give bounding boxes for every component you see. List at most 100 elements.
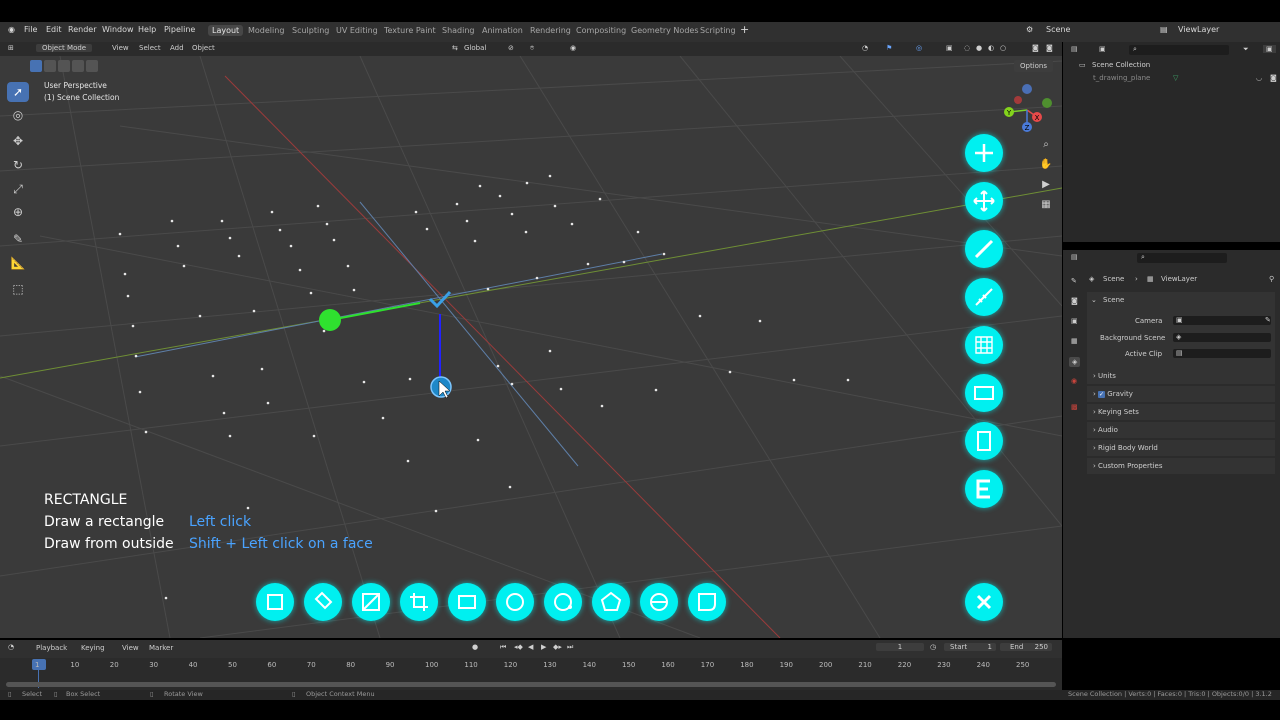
navigation-gizmo[interactable]: Y X Z [1000,83,1056,139]
measure-tool-button[interactable] [965,278,1003,316]
visibility-icon[interactable]: ◔ [862,44,868,52]
rotate-tool-icon[interactable]: ↻ [7,155,29,175]
tool-props-tab-icon[interactable]: ✎ [1071,277,1077,285]
camera-view-icon[interactable]: ▶ [1039,178,1053,192]
output-props-tab-icon[interactable]: ▣ [1071,317,1078,325]
shading-rendered-icon[interactable]: ○ [1000,44,1006,52]
menu-edit[interactable]: Edit [46,25,62,34]
properties-search-input[interactable] [1137,253,1227,263]
menu-window[interactable]: Window [102,25,134,34]
xray-icon[interactable]: ▣ [946,44,953,52]
play-reverse-icon[interactable]: ◀ [528,643,533,651]
offset-rectangle-tool-button[interactable] [400,583,438,621]
rigid-body-section[interactable]: › Rigid Body World [1087,440,1275,456]
scene-selector[interactable]: Scene [1046,25,1070,34]
end-frame-field[interactable]: End 250 [1000,643,1052,651]
custom-props-section[interactable]: › Custom Properties [1087,458,1275,474]
menu-select[interactable]: Select [139,44,161,52]
pin-icon[interactable]: ⚲ [1269,275,1274,283]
zoom-icon[interactable]: ⌕ [1039,138,1053,152]
transform-tool-icon[interactable]: ⊕ [7,202,29,222]
blender-logo-icon[interactable]: ◉ [8,25,15,34]
shading-solid-icon[interactable]: ● [976,44,982,52]
menu-playback[interactable]: Playback [36,644,67,652]
proportional-icon[interactable]: ◉ [570,44,576,52]
active-clip-field[interactable] [1173,349,1271,358]
move-tool-icon[interactable]: ✥ [7,131,29,151]
viewlayer-props-tab-icon[interactable]: ▦ [1071,337,1078,345]
select-tool-icon[interactable]: ➚ [7,82,29,102]
tab-uv-editing[interactable]: UV Editing [332,25,382,36]
texture-props-tab-icon[interactable]: ▩ [1071,403,1078,411]
menu-keying[interactable]: Keying [81,644,105,652]
audio-section[interactable]: › Audio [1087,422,1275,438]
camera-preview-icon[interactable]: ◙ [1046,44,1053,52]
start-frame-field[interactable]: Start 1 [944,643,996,651]
grid-tool-button[interactable] [965,326,1003,364]
diagonal-rectangle-tool-button[interactable] [352,583,390,621]
menu-timeline-view[interactable]: View [122,644,139,652]
tab-layout[interactable]: Layout [208,25,244,36]
camera-field[interactable] [1173,316,1271,325]
menu-marker[interactable]: Marker [149,644,173,652]
pan-hand-icon[interactable]: ✋ [1039,158,1053,172]
scale-tool-icon[interactable]: ⤢ [7,179,29,199]
viewlayer-selector[interactable]: ViewLayer [1178,25,1219,34]
render-preview-icon[interactable]: ◙ [1032,44,1039,52]
tab-scripting[interactable]: Scripting [696,25,740,36]
editor-type-icon[interactable]: ⊞ [8,44,14,52]
shading-material-icon[interactable]: ◐ [988,44,994,52]
render-props-tab-icon[interactable]: ◙ [1071,297,1078,305]
box-tool-button[interactable] [448,583,486,621]
timeline-editor-icon[interactable]: ◔ [8,643,14,651]
menu-object[interactable]: Object [192,44,215,52]
measure-tool-icon[interactable]: 📐 [7,253,29,273]
jump-end-icon[interactable]: ⏭ [567,643,573,652]
outliner-filter-icon[interactable]: ⏷ [1243,45,1249,54]
units-section[interactable]: › Units [1087,368,1275,384]
draw-line-tool-button[interactable] [965,230,1003,268]
tab-geometry-nodes[interactable]: Geometry Nodes [627,25,702,36]
shading-wire-icon[interactable]: ◌ [964,44,970,52]
section-chevron-icon[interactable]: ⌄ [1091,296,1097,304]
tab-animation[interactable]: Animation [478,25,527,36]
outliner-root[interactable]: Scene Collection [1092,61,1150,69]
timeline-scrollbar[interactable] [6,682,1056,687]
visibility-eye-icon[interactable]: ◡ [1256,74,1262,82]
new-collection-icon[interactable]: ▣ [1263,45,1276,53]
gravity-checkbox[interactable]: ✓ [1098,390,1106,398]
scene-props-tab-icon[interactable]: ◈ [1069,357,1081,367]
3d-viewport[interactable]: Y X Z ⌕ ✋ ▶ ▦ Options User Perspective (… [0,56,1062,638]
gizmo-icon[interactable]: ⚑ [886,44,892,52]
overlay-icon[interactable]: ◎ [916,44,922,52]
outliner-editor-icon[interactable]: ▤ [1071,45,1078,53]
rounded-rect-tool-button[interactable] [688,583,726,621]
tab-compositing[interactable]: Compositing [572,25,630,36]
cursor-tool-icon[interactable]: ◎ [7,105,29,125]
play-icon[interactable]: ▶ [541,643,546,651]
menu-add[interactable]: Add [170,44,184,52]
orientation-selector[interactable]: Global [464,44,486,52]
rectangle-tool-button[interactable] [256,583,294,621]
snap-icon[interactable]: ⌾ [530,44,534,53]
tab-texture-paint[interactable]: Texture Paint [380,25,440,36]
pivot-icon[interactable]: ⊘ [508,44,514,52]
add-workspace-icon[interactable]: + [740,23,749,36]
properties-editor-icon[interactable]: ▤ [1071,253,1078,261]
ortho-grid-icon[interactable]: ▦ [1039,198,1053,212]
background-scene-field[interactable] [1173,333,1271,342]
options-dropdown[interactable]: Options [1014,60,1054,72]
transform-tool-button[interactable] [965,134,1003,172]
clock-icon[interactable]: ◷ [930,643,936,651]
gravity-section[interactable]: › ✓ Gravity [1087,386,1275,402]
annotate-tool-icon[interactable]: ✎ [7,229,29,249]
menu-pipeline[interactable]: Pipeline [164,25,195,34]
mode-selector[interactable]: Object Mode [36,44,93,52]
close-tool-button[interactable] [965,583,1003,621]
select-subtract-icon[interactable] [58,60,70,72]
outliner-item-label[interactable]: t_drawing_plane [1093,74,1150,82]
next-keyframe-icon[interactable]: ◆▸ [553,643,562,651]
camera-visibility-icon[interactable]: ◙ [1270,74,1277,82]
menu-file[interactable]: File [24,25,37,34]
current-frame-field[interactable]: 1 [876,643,924,651]
